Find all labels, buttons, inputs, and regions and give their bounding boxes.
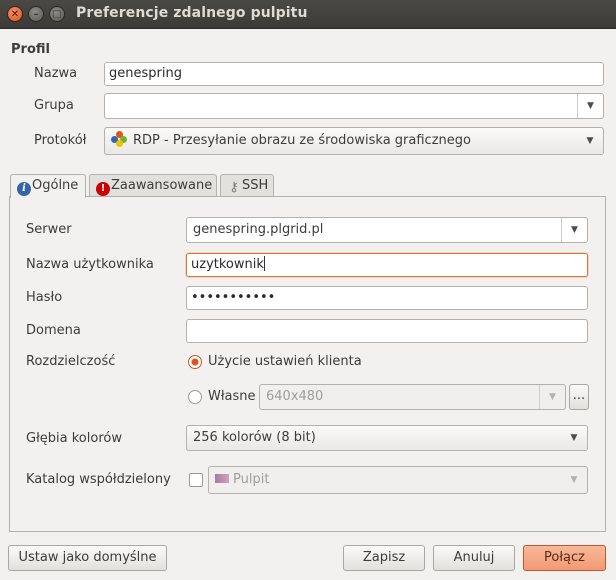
chevron-down-icon: ▼ xyxy=(570,475,578,485)
resolution-custom-combo[interactable]: 640x480 ▼ xyxy=(259,384,566,410)
tab-ssh-label: SSH xyxy=(242,178,269,193)
window-title: Preferencje zdalnego pulpitu xyxy=(76,5,308,21)
tab-advanced[interactable]: ! Zaawansowane xyxy=(89,174,217,197)
color-depth-value: 256 kolorów (8 bit) xyxy=(193,430,316,445)
shared-folder-combo[interactable]: Pulpit ▼ xyxy=(208,466,588,494)
color-depth-combo[interactable]: 256 kolorów (8 bit) ▼ xyxy=(186,425,588,451)
maximize-window-button[interactable]: □ xyxy=(49,6,65,22)
server-combo[interactable]: genespring.plgrid.pl ▼ xyxy=(186,217,588,243)
name-field[interactable]: genespring xyxy=(104,62,604,86)
rdp-protocol-icon xyxy=(111,131,127,147)
info-icon: i xyxy=(17,182,31,196)
resolution-client-radio[interactable] xyxy=(188,355,202,369)
shared-folder-value: Pulpit xyxy=(233,472,270,487)
chevron-down-icon: ▼ xyxy=(570,433,578,443)
protocol-value: RDP - Przesyłanie obrazu ze środowiska g… xyxy=(133,133,471,148)
domain-field[interactable] xyxy=(186,319,588,343)
save-button[interactable]: Zapisz xyxy=(343,545,425,571)
shared-folder-label: Katalog współdzielony xyxy=(26,472,171,487)
resolution-custom-label[interactable]: Własne xyxy=(208,389,256,404)
protocol-combo[interactable]: RDP - Przesyłanie obrazu ze środowiska g… xyxy=(104,127,604,155)
shared-folder-checkbox[interactable] xyxy=(189,473,203,487)
resolution-custom-radio[interactable] xyxy=(188,390,202,404)
username-field[interactable]: uzytkownik xyxy=(186,253,588,277)
title-bar: ✕ – □ Preferencje zdalnego pulpitu xyxy=(0,0,616,29)
tab-general[interactable]: i Ogólne xyxy=(10,174,86,198)
profile-section-label: Profil xyxy=(11,42,50,57)
group-label: Grupa xyxy=(34,98,74,113)
key-icon: ⚷ xyxy=(229,180,239,195)
username-value: uzytkownik xyxy=(191,257,264,272)
chevron-down-icon: ▼ xyxy=(586,136,594,146)
tab-advanced-label: Zaawansowane xyxy=(111,178,213,193)
cancel-button[interactable]: Anuluj xyxy=(433,545,515,571)
tab-ssh[interactable]: ⚷ SSH xyxy=(220,174,274,197)
username-label: Nazwa użytkownika xyxy=(26,257,154,272)
chevron-down-icon: ▼ xyxy=(539,385,565,409)
color-depth-label: Głębia kolorów xyxy=(26,431,122,446)
domain-label: Domena xyxy=(26,323,81,338)
server-value: genespring.plgrid.pl xyxy=(193,222,324,237)
password-label: Hasło xyxy=(26,290,63,305)
folder-icon xyxy=(215,474,229,483)
minimize-window-button[interactable]: – xyxy=(28,6,44,22)
chevron-down-icon[interactable]: ▼ xyxy=(577,94,603,118)
close-window-button[interactable]: ✕ xyxy=(7,6,23,22)
connect-button[interactable]: Połącz xyxy=(523,545,606,571)
resolution-custom-value: 640x480 xyxy=(266,389,324,404)
resolution-more-button[interactable]: ... xyxy=(569,384,589,410)
set-default-button[interactable]: Ustaw jako domyślne xyxy=(8,545,167,571)
text-caret xyxy=(263,256,265,271)
warning-icon: ! xyxy=(96,182,110,196)
group-combo[interactable]: ▼ xyxy=(104,93,604,119)
resolution-label: Rozdzielczość xyxy=(26,354,116,369)
protocol-label: Protokół xyxy=(34,133,87,148)
chevron-down-icon[interactable]: ▼ xyxy=(561,218,587,242)
name-label: Nazwa xyxy=(34,66,78,81)
tab-general-label: Ogólne xyxy=(32,178,79,193)
password-field[interactable]: ••••••••••• xyxy=(186,286,588,310)
resolution-client-label[interactable]: Użycie ustawień klienta xyxy=(208,354,362,369)
preferences-dialog: ✕ – □ Preferencje zdalnego pulpitu Profi… xyxy=(0,0,616,580)
server-label: Serwer xyxy=(26,222,72,237)
